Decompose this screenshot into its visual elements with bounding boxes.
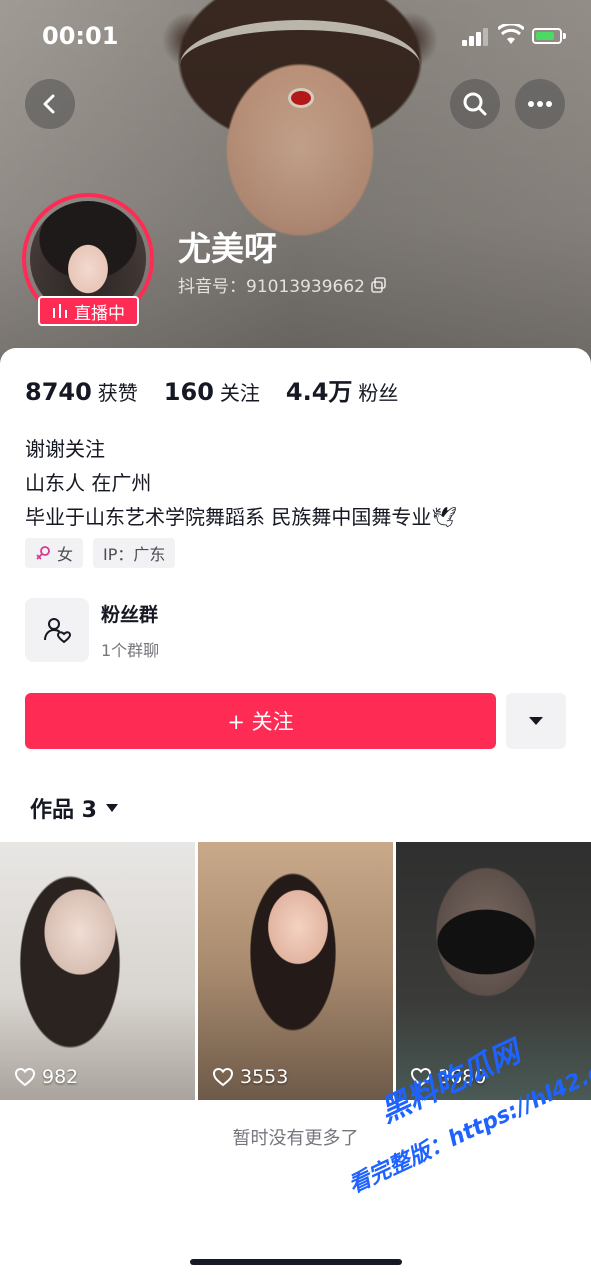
works-tab[interactable]: 作品 3 xyxy=(30,792,119,824)
search-icon xyxy=(463,92,487,116)
fan-group-entry[interactable]: 粉丝群 1个群聊 xyxy=(25,598,565,662)
caret-down-icon xyxy=(529,717,543,725)
back-button[interactable] xyxy=(25,79,75,129)
more-dots-icon xyxy=(528,101,552,107)
more-button[interactable] xyxy=(515,79,565,129)
stat-label: 关注 xyxy=(219,381,260,405)
follow-button[interactable]: + 关注 xyxy=(25,693,496,749)
caret-down-icon xyxy=(105,804,118,812)
ip-text: IP：广东 xyxy=(103,545,166,564)
fan-group-title: 粉丝群 xyxy=(101,603,159,626)
video-likes: 3553 xyxy=(212,1066,288,1088)
signal-icon xyxy=(462,28,488,46)
female-icon xyxy=(36,546,50,560)
douyin-id-text: 抖音号：91013939662 xyxy=(178,277,365,297)
stat-followers[interactable]: 4.4万 粉丝 xyxy=(286,372,399,407)
video-likes-count: 982 xyxy=(42,1066,79,1088)
heart-icon xyxy=(212,1067,234,1087)
bio-line: 谢谢关注 xyxy=(25,437,105,461)
status-bar: 00:01 xyxy=(0,0,591,70)
bio-line: 山东人 在广州 xyxy=(25,471,152,495)
stat-value: 8740 xyxy=(25,378,92,406)
stat-likes[interactable]: 8740 获赞 xyxy=(25,377,138,406)
profile-tags: 女 IP：广东 xyxy=(25,538,176,568)
gender-tag: 女 xyxy=(25,538,84,568)
home-indicator[interactable] xyxy=(190,1259,402,1265)
stat-value: 160 xyxy=(163,378,214,406)
video-likes: 982 xyxy=(14,1066,78,1088)
stat-label: 获赞 xyxy=(97,381,138,405)
douyin-id: 抖音号：91013939662 xyxy=(178,272,387,297)
stat-value: 4.4万 xyxy=(285,378,353,406)
copy-icon[interactable] xyxy=(371,276,387,293)
ip-tag: IP：广东 xyxy=(93,538,176,568)
video-likes-count: 3553 xyxy=(240,1066,289,1088)
stats-row: 8740 获赞 160 关注 4.4万 粉丝 xyxy=(25,372,424,407)
live-bars-icon xyxy=(53,304,67,318)
stat-label: 粉丝 xyxy=(358,381,399,405)
live-badge[interactable]: 直播中 xyxy=(38,296,139,326)
bio: 谢谢关注 山东人 在广州 毕业于山东艺术学院舞蹈系 民族舞中国舞专业🕊 xyxy=(25,432,457,534)
works-label: 作品 3 xyxy=(30,798,97,823)
search-button[interactable] xyxy=(450,79,500,129)
wifi-icon xyxy=(498,24,524,44)
status-time: 00:01 xyxy=(42,22,119,50)
username: 尤美呀 xyxy=(178,229,277,268)
stat-following[interactable]: 160 关注 xyxy=(164,377,260,406)
group-chat-icon xyxy=(44,618,72,644)
fan-group-subtitle: 1个群聊 xyxy=(101,640,160,660)
bio-line: 毕业于山东艺术学院舞蹈系 民族舞中国舞专业🕊 xyxy=(25,505,457,529)
battery-icon xyxy=(532,28,562,44)
recommend-dropdown-button[interactable] xyxy=(506,693,566,749)
chevron-left-icon xyxy=(43,94,55,114)
fan-group-icon-box xyxy=(25,598,89,662)
live-badge-label: 直播中 xyxy=(74,303,125,324)
video-thumbnail[interactable]: 982 xyxy=(0,842,195,1100)
gender-text: 女 xyxy=(57,545,74,564)
heart-icon xyxy=(14,1067,36,1087)
